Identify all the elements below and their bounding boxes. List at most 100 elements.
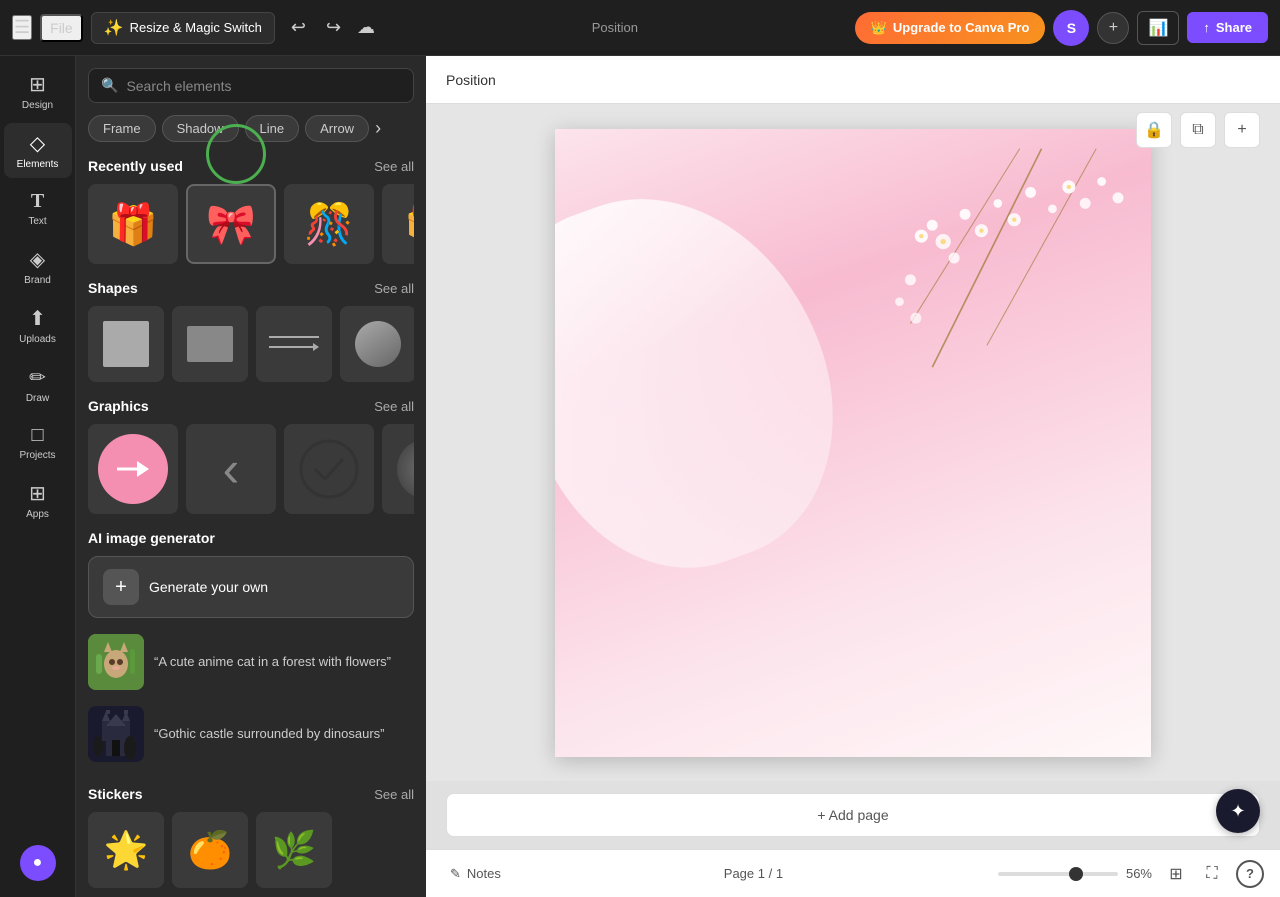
share-button[interactable]: ↑ Share xyxy=(1187,12,1268,43)
recently-used-section: Recently used See all 🎁 🎀 🎊 🎁 › xyxy=(76,150,426,272)
sticker-1-icon: 🌟 xyxy=(104,829,149,871)
line-shape xyxy=(269,336,319,352)
gothic-castle-thumbnail-svg xyxy=(88,706,144,762)
recently-used-see-all[interactable]: See all xyxy=(374,159,414,174)
filter-chip-arrow[interactable]: Arrow xyxy=(305,115,369,142)
sticker-item-3[interactable]: 🌿 xyxy=(256,812,332,888)
sticker-item-2[interactable]: 🍊 xyxy=(172,812,248,888)
page-indicator: Page 1 / 1 xyxy=(724,866,783,881)
search-input[interactable] xyxy=(126,78,401,94)
user-profile-button[interactable]: ● xyxy=(20,845,56,881)
share-label: Share xyxy=(1216,20,1252,35)
file-menu-button[interactable]: File xyxy=(40,14,83,42)
chevron-graphic: ‹ xyxy=(223,440,240,498)
flower-svg xyxy=(823,129,1151,474)
upgrade-icon: 👑 xyxy=(871,20,887,36)
magic-switch-button[interactable]: ✨ Resize & Magic Switch xyxy=(91,12,275,44)
shape-line[interactable] xyxy=(256,306,332,382)
elements-panel: 🔍 Frame Shadow Line Arrow › Recently use… xyxy=(76,56,426,897)
flower-cluster xyxy=(823,129,1151,474)
shapes-see-all[interactable]: See all xyxy=(374,281,414,296)
grid-view-button[interactable]: ⊞ xyxy=(1160,858,1192,890)
cloud-save-button[interactable]: ☁ xyxy=(357,17,375,38)
zoom-control: 56% xyxy=(998,866,1152,881)
design-canvas[interactable]: ↻ xyxy=(555,129,1151,757)
graphic-item-checkmark[interactable] xyxy=(284,424,374,514)
sidebar-item-uploads[interactable]: ⬆ Uploads xyxy=(4,298,72,353)
filter-chip-frame[interactable]: Frame xyxy=(88,115,156,142)
topbar-right: 👑 Upgrade to Canva Pro S + 📊 ↑ Share xyxy=(855,10,1268,46)
add-page-button[interactable]: + Add page xyxy=(446,793,1260,837)
filter-chip-line[interactable]: Line xyxy=(245,115,300,142)
stickers-grid: 🌟 🍊 🌿 xyxy=(88,812,414,888)
pink-arrow-graphic xyxy=(98,434,168,504)
brand-icon: ◈ xyxy=(30,247,45,272)
graphic-item-blob[interactable] xyxy=(382,424,414,514)
sidebar: ⊞ Design ◇ Elements T Text ◈ Brand ⬆ Upl… xyxy=(0,56,76,897)
square-shape xyxy=(103,321,149,367)
ai-example-1-thumbnail xyxy=(88,634,144,690)
zoom-level: 56% xyxy=(1126,866,1152,881)
add-collaborator-button[interactable]: + xyxy=(1097,12,1129,44)
gift-box-2-icon: 🎀 xyxy=(206,201,256,248)
help-button[interactable]: ? xyxy=(1236,860,1264,888)
ai-example-1[interactable]: “A cute anime cat in a forest with flowe… xyxy=(88,626,414,698)
undo-button[interactable]: ↩ xyxy=(283,13,314,42)
sidebar-item-elements[interactable]: ◇ Elements xyxy=(4,123,72,178)
ai-plus-icon: + xyxy=(103,569,139,605)
canvas-viewport[interactable]: ↻ xyxy=(426,104,1280,781)
zoom-slider[interactable] xyxy=(998,872,1118,876)
recently-used-item-2[interactable]: 🎀 xyxy=(186,184,276,264)
graphics-section: Graphics See all ‹ xyxy=(76,390,426,522)
sidebar-item-design[interactable]: ⊞ Design xyxy=(4,64,72,119)
document-title: Position xyxy=(592,20,638,35)
notes-button[interactable]: ✎ Notes xyxy=(442,862,509,886)
undo-redo-group: ↩ ↪ xyxy=(283,13,349,42)
graphic-item-chevron[interactable]: ‹ xyxy=(186,424,276,514)
analytics-button[interactable]: 📊 xyxy=(1137,11,1179,45)
rectangle-shape xyxy=(187,326,233,362)
ai-example-2[interactable]: “Gothic castle surrounded by dinosaurs” xyxy=(88,698,414,770)
upgrade-button[interactable]: 👑 Upgrade to Canva Pro xyxy=(855,12,1046,44)
shape-circle[interactable] xyxy=(340,306,414,382)
add-element-button[interactable]: + xyxy=(1224,112,1260,148)
sidebar-item-draw[interactable]: ✏ Draw xyxy=(4,357,72,412)
design-icon: ⊞ xyxy=(29,72,46,97)
redo-button[interactable]: ↪ xyxy=(318,13,349,42)
sidebar-item-brand[interactable]: ◈ Brand xyxy=(4,239,72,294)
arrow-svg xyxy=(117,457,149,481)
shape-rectangle[interactable] xyxy=(172,306,248,382)
user-avatar-button[interactable]: S xyxy=(1053,10,1089,46)
arrow-line-shape xyxy=(269,342,319,352)
sidebar-item-apps[interactable]: ⊞ Apps xyxy=(4,473,72,528)
shape-square[interactable] xyxy=(88,306,164,382)
sidebar-item-text[interactable]: T Text xyxy=(4,182,72,235)
topbar-center: Position xyxy=(383,20,847,35)
recently-used-item-3[interactable]: 🎊 xyxy=(284,184,374,264)
sticker-item-1[interactable]: 🌟 xyxy=(88,812,164,888)
hamburger-menu-button[interactable]: ☰ xyxy=(12,15,32,40)
shapes-title: Shapes xyxy=(88,280,138,296)
gift-ribbon-icon: 🎊 xyxy=(304,201,354,248)
recently-used-item-1[interactable]: 🎁 xyxy=(88,184,178,264)
graphics-see-all[interactable]: See all xyxy=(374,399,414,414)
stickers-see-all[interactable]: See all xyxy=(374,787,414,802)
ai-generate-button[interactable]: + Generate your own xyxy=(88,556,414,618)
apps-icon: ⊞ xyxy=(29,481,46,506)
text-icon: T xyxy=(31,190,44,213)
graphic-item-arrow-pink[interactable] xyxy=(88,424,178,514)
duplicate-button[interactable]: ⧉ xyxy=(1180,112,1216,148)
filter-chip-shadow[interactable]: Shadow xyxy=(162,115,239,142)
ai-example-2-thumbnail xyxy=(88,706,144,762)
recently-used-item-4[interactable]: 🎁 xyxy=(382,184,414,264)
filter-chips-more-button[interactable]: › xyxy=(375,115,381,142)
canvas-background-image xyxy=(555,129,1151,757)
sidebar-item-projects[interactable]: □ Projects xyxy=(4,416,72,469)
zoom-slider-thumb[interactable] xyxy=(1069,867,1083,881)
ai-image-generator-section: AI image generator + Generate your own xyxy=(76,522,426,778)
lock-button[interactable]: 🔒 xyxy=(1136,112,1172,148)
sidebar-uploads-label: Uploads xyxy=(19,334,56,345)
fullscreen-button[interactable]: ⛶ xyxy=(1196,858,1228,890)
magic-fab-button[interactable]: ✦ xyxy=(1216,789,1260,833)
sticker-3-icon: 🌿 xyxy=(272,829,317,871)
